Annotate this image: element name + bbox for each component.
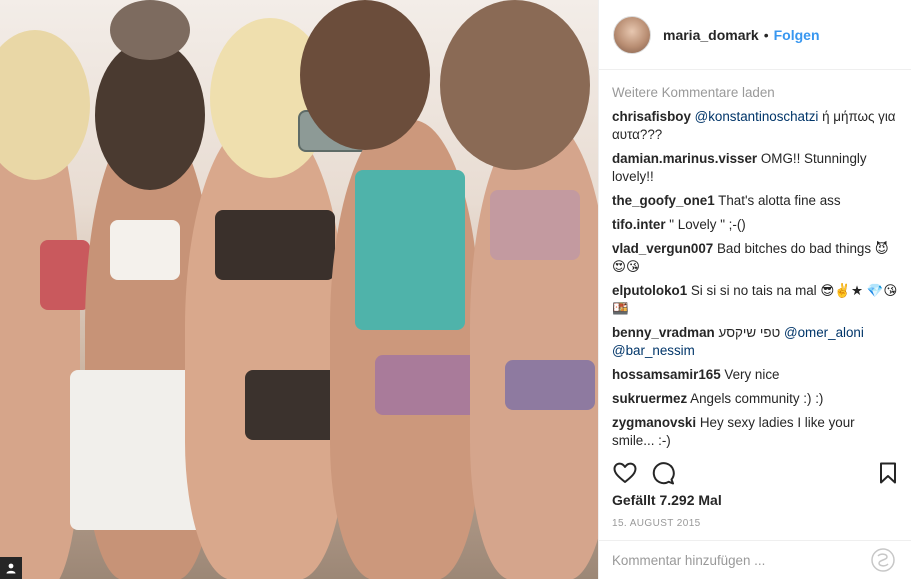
comment-item: vlad_vergun007 Bad bitches do bad things… [612,240,900,276]
comment-item: tifo.inter " Lovely " ;-() [612,216,900,234]
post-header: maria_domark • Folgen [599,0,911,70]
add-comment-bar: Kommentar hinzufügen ... [599,540,911,579]
comment-author[interactable]: elputoloko1 [612,283,687,298]
comment-text: Very nice [724,367,780,382]
comment-icon[interactable] [650,460,676,486]
comment-author[interactable]: chrisafisboy [612,109,691,124]
comment-item: benny_vradman טפי שיקסע @omer_aloni @bar… [612,324,900,360]
comment-item: damian.marinus.visser OMG!! Stunningly l… [612,150,900,186]
header-separator: • [763,26,769,43]
instagram-post: maria_domark • Folgen Weitere Kommentare… [0,0,911,579]
likes-count[interactable]: Gefällt 7.292 Mal [612,492,722,508]
tagged-people-icon[interactable] [0,557,22,579]
comment-item: elputoloko1 Si si si no tais na mal 😎✌️★… [612,282,900,318]
post-date: 15. AUGUST 2015 [612,518,701,529]
comment-item: hossamsamir165 Very nice [612,366,900,384]
comment-text: טפי שיקסע [718,325,785,340]
comment-item: the_goofy_one1 That's alotta fine ass [612,192,900,210]
post-sidebar: maria_domark • Folgen Weitere Kommentare… [598,0,911,579]
comments-list: Weitere Kommentare laden chrisafisboy @k… [612,84,900,450]
comment-input[interactable]: Kommentar hinzufügen ... [612,553,870,568]
post-photo[interactable] [0,0,598,579]
comment-author[interactable]: sukruermez [612,391,687,406]
load-more-comments-link[interactable]: Weitere Kommentare laden [612,84,900,102]
comment-author[interactable]: damian.marinus.visser [612,151,757,166]
comment-author[interactable]: vlad_vergun007 [612,241,713,256]
follow-button[interactable]: Folgen [774,27,820,43]
comment-mention[interactable]: @konstantinoschatzi [695,109,819,124]
action-bar [612,458,900,488]
comment-item: zygmanovski Hey sexy ladies I like your … [612,414,900,450]
heart-icon[interactable] [612,460,638,486]
comment-author[interactable]: zygmanovski [612,415,696,430]
comment-item: sukruermez Angels community :) :) [612,390,900,408]
comment-mention[interactable]: @omer_aloni [784,325,864,340]
comment-mention[interactable]: @bar_nessim [612,343,695,358]
author-username[interactable]: maria_domark [663,27,759,43]
bookmark-icon[interactable] [875,460,901,486]
comment-author[interactable]: tifo.inter [612,217,666,232]
comment-author[interactable]: benny_vradman [612,325,715,340]
avatar[interactable] [613,15,651,54]
comment-author[interactable]: the_goofy_one1 [612,193,715,208]
comment-item: chrisafisboy @konstantinoschatzi ή μήπως… [612,108,900,144]
loading-spinner-icon [870,547,896,573]
comment-text: " Lovely " ;-() [669,217,746,232]
comment-author[interactable]: hossamsamir165 [612,367,721,382]
comment-text: That's alotta fine ass [718,193,841,208]
comment-text: Angels community :) :) [690,391,824,406]
